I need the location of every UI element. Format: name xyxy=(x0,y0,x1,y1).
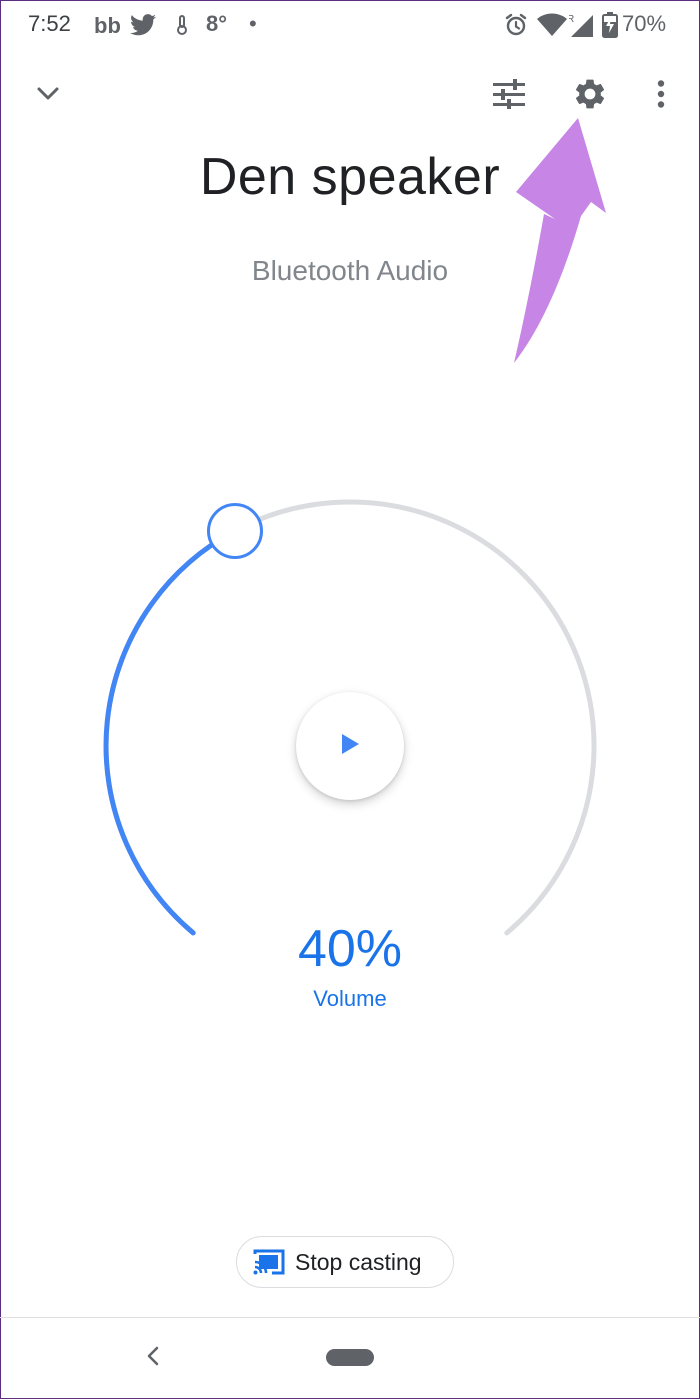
nav-home-pill[interactable] xyxy=(326,1349,374,1366)
status-dot: • xyxy=(249,11,257,36)
cast-connected-icon xyxy=(253,1249,285,1275)
device-type: Bluetooth Audio xyxy=(251,255,449,286)
alarm-icon xyxy=(504,12,528,38)
wifi-icon xyxy=(537,12,567,38)
nav-back-button[interactable] xyxy=(138,1340,168,1376)
roaming-indicator: R xyxy=(569,14,574,25)
status-time: 7:52 xyxy=(28,11,71,36)
bb-icon: bb xyxy=(94,12,120,38)
svg-text:bb: bb xyxy=(94,14,120,36)
status-bar: 7:52 bb 8° • R 70% xyxy=(0,0,700,52)
play-icon xyxy=(340,733,360,760)
battery-charging-icon xyxy=(602,12,618,38)
twitter-icon xyxy=(130,12,156,38)
settings-button[interactable] xyxy=(566,72,614,120)
equalizer-button[interactable] xyxy=(485,72,533,120)
nav-divider xyxy=(0,1317,700,1318)
gear-icon xyxy=(572,76,608,117)
more-options-button[interactable] xyxy=(637,72,685,120)
volume-label: Volume xyxy=(313,986,387,1011)
device-name: Den speaker xyxy=(199,148,501,206)
collapse-button[interactable] xyxy=(24,72,72,120)
thermometer-icon xyxy=(176,12,188,38)
volume-slider-handle[interactable] xyxy=(207,502,264,559)
equalizer-icon xyxy=(493,78,525,114)
stop-casting-label: Stop casting xyxy=(295,1248,422,1275)
back-chevron-icon xyxy=(146,1346,160,1371)
play-button[interactable] xyxy=(296,692,404,800)
stop-casting-button[interactable]: Stop casting xyxy=(236,1236,454,1288)
battery-percent: 70% xyxy=(622,11,667,36)
status-temperature: 8° xyxy=(206,11,228,36)
signal-icon: R xyxy=(569,12,595,38)
chevron-down-icon xyxy=(36,86,60,107)
more-vert-icon xyxy=(657,79,665,113)
volume-percent: 40% xyxy=(297,920,403,978)
volume-fill xyxy=(103,528,238,936)
